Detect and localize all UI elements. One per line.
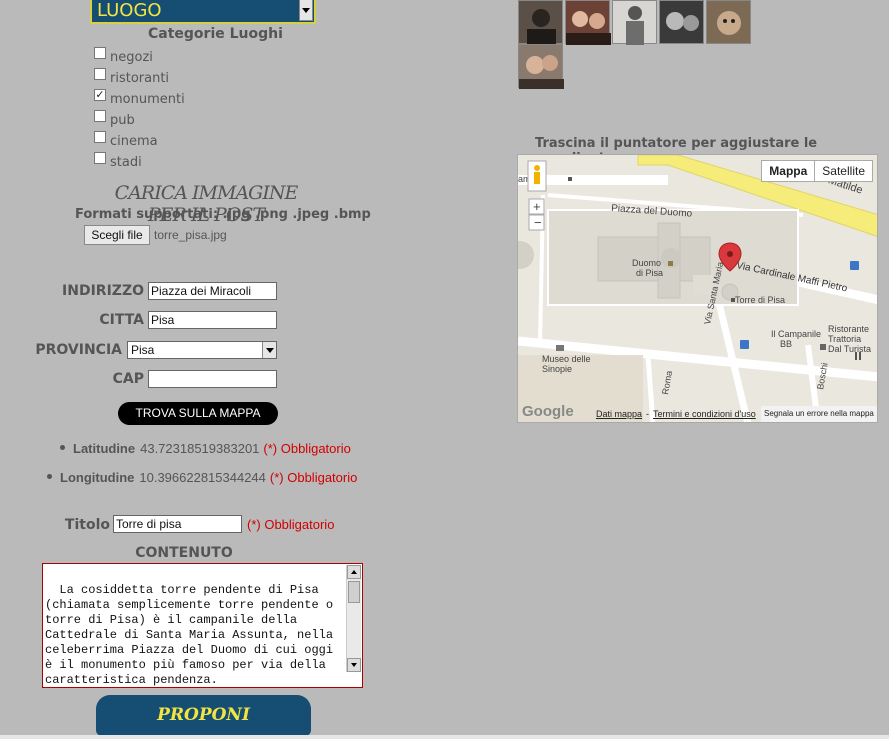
svg-text:Trattoria: Trattoria (828, 334, 861, 344)
content-textarea[interactable]: La cosiddetta torre pendente di Pisa (ch… (42, 563, 363, 688)
checkbox-checked[interactable]: ✓ (94, 89, 106, 101)
latitude-value: 43.72318519383201 (140, 441, 260, 456)
address-label: INDIRIZZO (62, 283, 144, 299)
svg-text:Dal Turista: Dal Turista (828, 344, 871, 354)
title-input[interactable]: Torre di pisa (113, 515, 242, 533)
province-value: Pisa (131, 343, 155, 357)
map-footer: Google Dati mappa - Termini e condizioni… (518, 403, 877, 422)
avatar-image (666, 12, 699, 31)
longitude-label: Longitudine (60, 470, 135, 485)
province-select[interactable]: Pisa (127, 341, 277, 359)
cap-input[interactable] (148, 370, 277, 388)
svg-text:Il Campanile: Il Campanile (771, 329, 821, 339)
title-label: Titolo (64, 517, 110, 533)
chevron-down-icon[interactable] (299, 0, 313, 21)
avatar[interactable] (518, 0, 563, 45)
category-label: monumenti (110, 91, 185, 107)
avatar[interactable] (706, 0, 751, 44)
page-bottom-bar (0, 735, 889, 739)
content-text: La cosiddetta torre pendente di Pisa (ch… (45, 583, 334, 687)
scroll-up-icon[interactable] (347, 565, 361, 579)
svg-text:Ristorante: Ristorante (828, 324, 869, 334)
chevron-down-icon[interactable] (262, 342, 276, 358)
svg-text:Torre di Pisa: Torre di Pisa (735, 295, 785, 305)
find-on-map-button[interactable]: TROVA SULLA MAPPA (118, 402, 278, 425)
checkbox[interactable] (94, 152, 106, 164)
required-note: (*) Obbligatorio (263, 441, 351, 456)
category-option[interactable]: negozi (94, 47, 153, 66)
place-type-value: LUOGO (97, 0, 162, 21)
svg-text:BB: BB (780, 339, 792, 349)
svg-text:Sinopie: Sinopie (542, 364, 572, 374)
cap-label: CAP (112, 371, 144, 387)
category-label: pub (110, 112, 135, 128)
map-canvas[interactable]: Piazza del Duomo Duomo di Pisa Via Cardi… (518, 155, 878, 423)
category-label: negozi (110, 49, 153, 65)
scroll-down-icon[interactable] (347, 658, 361, 672)
avatar[interactable] (565, 0, 611, 45)
province-label: PROVINCIA (35, 342, 122, 358)
choose-file-button[interactable]: Scegli file (84, 225, 150, 245)
map-type-satellite[interactable]: Satellite (815, 161, 872, 181)
textarea-scrollbar[interactable] (346, 565, 361, 672)
propose-button[interactable]: PROPONI (96, 695, 311, 736)
required-note: (*) Obbligatorio (269, 470, 358, 485)
categories-title: Categorie Luoghi (148, 26, 283, 42)
bullet-icon (60, 445, 65, 450)
city-label: CITTA (99, 312, 144, 328)
latitude-label: Latitudine (73, 441, 136, 456)
map-type-control[interactable]: Mappa Satellite (761, 160, 873, 182)
selected-file-name: torre_pisa.jpg (154, 228, 227, 242)
avatar[interactable] (612, 0, 657, 45)
supported-formats: Formati supportati: .jpg .png .jpeg .bmp (75, 207, 371, 222)
category-label: ristoranti (110, 70, 170, 86)
avatar-image (566, 11, 611, 45)
longitude-value: 10.396622815344244 (139, 470, 266, 485)
category-option[interactable]: ✓ monumenti (94, 89, 185, 108)
latitude-row: Latitudine 43.72318519383201 (*) Obbliga… (60, 441, 351, 456)
category-label: stadi (110, 154, 142, 170)
terms-link[interactable]: Termini e condizioni d'uso (653, 409, 756, 419)
category-option[interactable]: cinema (94, 131, 158, 150)
map-type-mappa[interactable]: Mappa (762, 161, 816, 181)
avatar[interactable] (659, 0, 704, 44)
avatar-image (626, 6, 644, 45)
bullet-icon (47, 474, 52, 479)
map-view[interactable]: Piazza del Duomo Duomo di Pisa Via Cardi… (517, 154, 878, 423)
svg-text:−: − (534, 215, 542, 230)
required-note: (*) Obbligatorio (247, 517, 335, 532)
separator: - (646, 409, 649, 419)
longitude-row: Longitudine 10.396622815344244 (*) Obbli… (47, 470, 357, 485)
svg-text:+: + (533, 199, 541, 214)
category-option[interactable]: stadi (94, 152, 142, 171)
map-data-link[interactable]: Dati mappa (596, 409, 642, 419)
content-label: CONTENUTO (135, 545, 233, 561)
checkbox[interactable] (94, 110, 106, 122)
checkbox[interactable] (94, 47, 106, 59)
svg-text:Museo delle: Museo delle (542, 354, 591, 364)
category-option[interactable]: ristoranti (94, 68, 170, 87)
checkbox[interactable] (94, 68, 106, 80)
category-label: cinema (110, 133, 158, 149)
place-type-select[interactable]: LUOGO (90, 0, 316, 24)
google-logo: Google (522, 403, 574, 420)
avatar-image (519, 55, 564, 89)
svg-text:Duomo: Duomo (632, 258, 661, 268)
svg-text:di Pisa: di Pisa (636, 268, 663, 278)
address-input[interactable]: Piazza dei Miracoli (148, 282, 277, 300)
avatar-image (717, 11, 741, 35)
avatar[interactable] (518, 44, 564, 89)
category-option[interactable]: pub (94, 110, 135, 129)
scroll-thumb[interactable] (348, 581, 360, 603)
city-input[interactable]: Pisa (148, 311, 277, 329)
checkbox[interactable] (94, 131, 106, 143)
avatar-image (527, 9, 556, 45)
report-error-link[interactable]: Segnala un errore nella mappa (761, 406, 877, 422)
